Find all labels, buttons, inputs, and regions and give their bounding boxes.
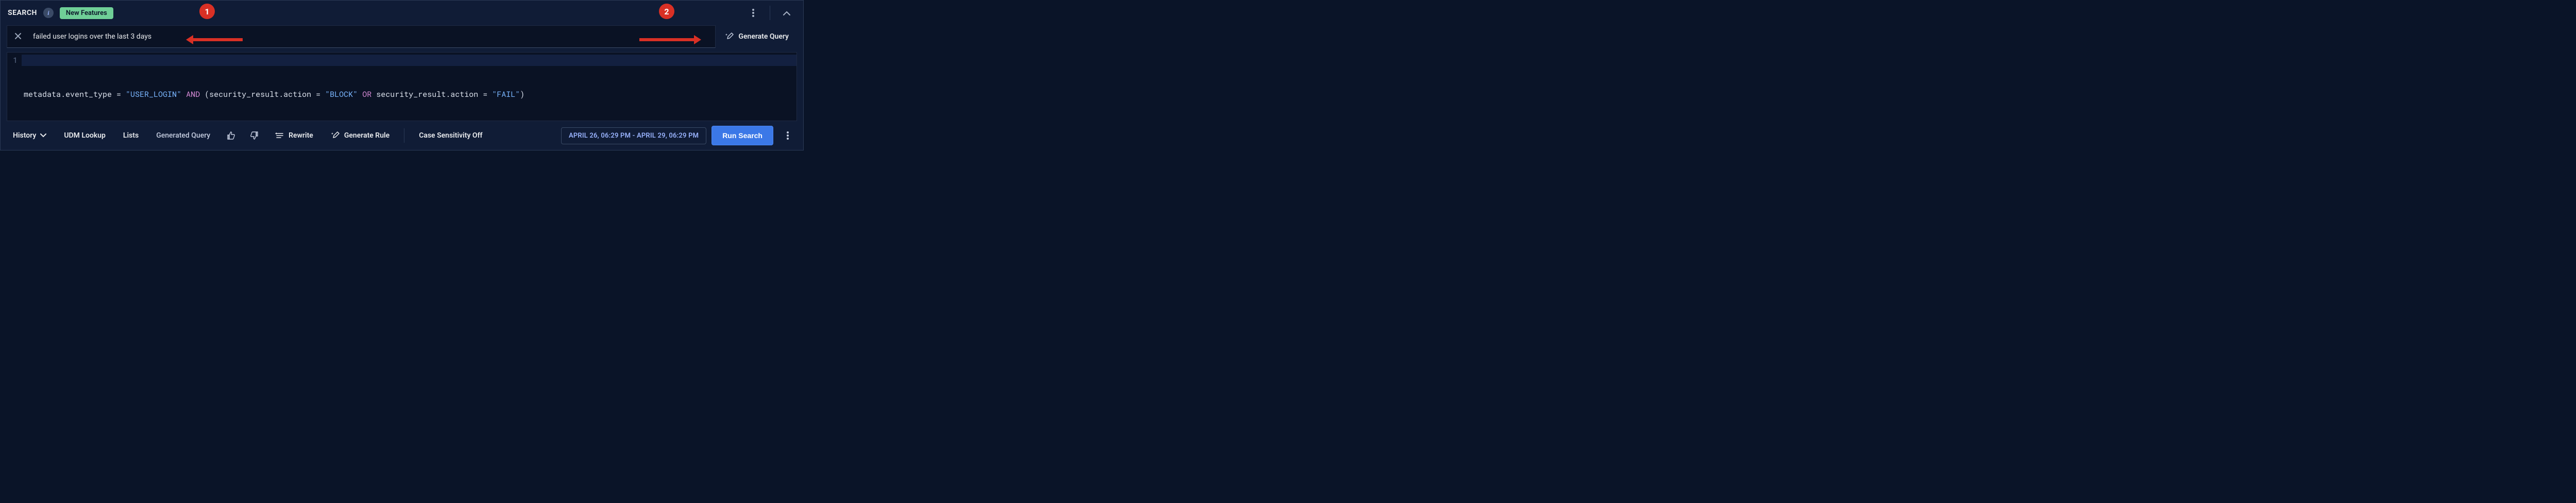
sparkle-pencil-icon bbox=[331, 131, 340, 140]
thumbs-up-icon bbox=[226, 131, 235, 140]
generate-query-label: Generate Query bbox=[738, 32, 789, 41]
toolbar-more-icon[interactable] bbox=[778, 126, 797, 145]
editor-code[interactable]: metadata.event_type = "USER_LOGIN" AND (… bbox=[22, 53, 796, 121]
time-range-label: APRIL 26, 06:29 PM - APRIL 29, 06:29 PM bbox=[569, 132, 699, 140]
sparkle-pencil-icon bbox=[725, 32, 734, 41]
current-line-highlight bbox=[22, 55, 796, 66]
generate-rule-label: Generate Rule bbox=[344, 131, 389, 140]
lists-button[interactable]: Lists bbox=[117, 128, 145, 143]
nl-query-text: failed user logins over the last 3 days bbox=[33, 32, 151, 41]
generate-rule-button[interactable]: Generate Rule bbox=[325, 128, 396, 143]
case-sensitivity-label: Case Sensitivity Off bbox=[419, 131, 482, 140]
info-icon[interactable]: i bbox=[43, 8, 54, 18]
bottom-toolbar: History UDM Lookup Lists Generated Query… bbox=[1, 121, 803, 150]
rewrite-label: Rewrite bbox=[289, 131, 313, 140]
lists-label: Lists bbox=[123, 131, 139, 140]
udm-lookup-button[interactable]: UDM Lookup bbox=[58, 128, 112, 143]
clear-icon[interactable] bbox=[14, 32, 24, 41]
nl-query-row: failed user logins over the last 3 days … bbox=[7, 25, 797, 48]
run-search-label: Run Search bbox=[722, 131, 762, 140]
generated-query-label: Generated Query bbox=[150, 128, 216, 143]
history-label: History bbox=[13, 131, 36, 140]
header-title: SEARCH bbox=[8, 9, 37, 17]
nl-query-box[interactable]: failed user logins over the last 3 days bbox=[7, 25, 716, 48]
time-range-chip[interactable]: APRIL 26, 06:29 PM - APRIL 29, 06:29 PM bbox=[561, 127, 706, 144]
editor-gutter: 1 bbox=[7, 53, 22, 121]
header-more-icon[interactable] bbox=[743, 3, 764, 23]
thumbs-up-button[interactable] bbox=[222, 126, 240, 145]
thumbs-down-button[interactable] bbox=[245, 126, 264, 145]
thumbs-down-icon bbox=[250, 131, 259, 140]
udm-lookup-label: UDM Lookup bbox=[64, 131, 106, 140]
rewrite-icon bbox=[275, 132, 284, 139]
generate-query-button[interactable]: Generate Query bbox=[720, 25, 797, 48]
search-panel: SEARCH i New Features failed user logins… bbox=[0, 0, 804, 150]
case-sensitivity-toggle[interactable]: Case Sensitivity Off bbox=[413, 128, 488, 143]
new-features-button[interactable]: New Features bbox=[60, 7, 113, 19]
history-button[interactable]: History bbox=[7, 128, 53, 143]
chevron-down-icon bbox=[40, 133, 46, 138]
header-actions bbox=[743, 3, 797, 23]
header-row: SEARCH i New Features bbox=[1, 1, 803, 25]
line-number: 1 bbox=[7, 55, 18, 66]
code-line: metadata.event_type = "USER_LOGIN" AND (… bbox=[24, 89, 792, 100]
run-search-button[interactable]: Run Search bbox=[711, 126, 773, 145]
collapse-icon[interactable] bbox=[776, 3, 797, 23]
query-editor[interactable]: 1 metadata.event_type = "USER_LOGIN" AND… bbox=[7, 52, 797, 121]
rewrite-button[interactable]: Rewrite bbox=[269, 128, 319, 143]
